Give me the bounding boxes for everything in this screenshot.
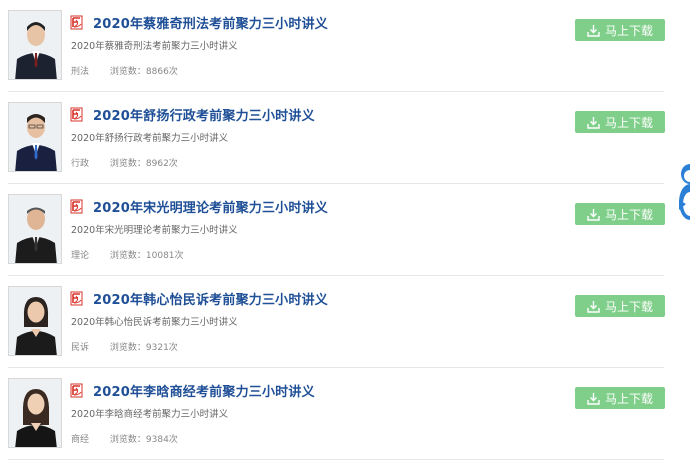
category-label: 理论	[71, 251, 90, 261]
category-label: 刑法	[71, 67, 90, 77]
views-label: 浏览数：	[109, 343, 146, 353]
list-item: 2020年李晗商经考前聚力三小时讲义 2020年李晗商经考前聚力三小时讲义 商经…	[8, 368, 665, 460]
download-button[interactable]: 马上下载	[575, 295, 665, 317]
list-item: 2020年蔡雅奇刑法考前聚力三小时讲义 2020年蔡雅奇刑法考前聚力三小时讲义 …	[8, 0, 665, 92]
download-icon	[587, 300, 600, 313]
views-count: 8962次	[145, 159, 178, 169]
avatar[interactable]	[8, 378, 62, 448]
download-label: 马上下载	[604, 207, 653, 222]
handout-description: 2020年蔡雅奇刑法考前聚力三小时讲义	[71, 41, 238, 52]
handout-meta: 行政 浏览数：8962次	[71, 156, 178, 169]
handout-title[interactable]: 2020年蔡雅奇刑法考前聚力三小时讲义	[93, 13, 328, 32]
download-button[interactable]: 马上下载	[575, 111, 665, 133]
download-label: 马上下载	[604, 23, 653, 38]
download-button[interactable]: 马上下载	[575, 203, 665, 225]
views-label: 浏览数：	[109, 251, 146, 261]
pdf-icon	[70, 15, 84, 30]
avatar[interactable]	[8, 286, 62, 356]
views-count: 8866次	[145, 67, 178, 77]
download-button[interactable]: 马上下载	[575, 19, 665, 41]
pdf-icon	[70, 199, 84, 214]
handout-title[interactable]: 2020年李晗商经考前聚力三小时讲义	[93, 381, 315, 400]
handout-meta: 理论 浏览数：10081次	[71, 248, 184, 261]
avatar[interactable]	[8, 194, 62, 264]
handout-meta: 民诉 浏览数：9321次	[71, 340, 178, 353]
list-item: 2020年韩心怡民诉考前聚力三小时讲义 2020年韩心怡民诉考前聚力三小时讲义 …	[8, 276, 665, 368]
download-label: 马上下载	[604, 391, 653, 406]
download-icon	[587, 392, 600, 405]
handout-title[interactable]: 2020年舒扬行政考前聚力三小时讲义	[93, 105, 315, 124]
download-button[interactable]: 马上下载	[575, 387, 665, 409]
handout-description: 2020年韩心怡民诉考前聚力三小时讲义	[71, 317, 238, 328]
views-label: 浏览数：	[109, 67, 146, 77]
category-label: 商经	[71, 435, 90, 445]
avatar[interactable]	[8, 10, 62, 80]
list-item: 2020年舒扬行政考前聚力三小时讲义 2020年舒扬行政考前聚力三小时讲义 行政…	[8, 92, 665, 184]
handout-description: 2020年舒扬行政考前聚力三小时讲义	[71, 133, 229, 144]
views-count: 9384次	[145, 435, 178, 445]
mascot-icon[interactable]	[676, 160, 690, 228]
pdf-icon	[70, 291, 84, 306]
download-icon	[587, 24, 600, 37]
views-count: 9321次	[145, 343, 178, 353]
category-label: 行政	[71, 159, 90, 169]
pdf-icon	[70, 107, 84, 122]
pdf-icon	[70, 383, 84, 398]
download-icon	[587, 208, 600, 221]
download-label: 马上下载	[604, 299, 653, 314]
category-label: 民诉	[71, 343, 90, 353]
handout-meta: 商经 浏览数：9384次	[71, 432, 178, 445]
handout-description: 2020年李晗商经考前聚力三小时讲义	[71, 409, 229, 420]
views-count: 10081次	[145, 251, 184, 261]
download-icon	[587, 116, 600, 129]
handout-meta: 刑法 浏览数：8866次	[71, 64, 178, 77]
handout-title[interactable]: 2020年宋光明理论考前聚力三小时讲义	[93, 197, 328, 216]
views-label: 浏览数：	[109, 159, 146, 169]
avatar[interactable]	[8, 102, 62, 172]
handout-title[interactable]: 2020年韩心怡民诉考前聚力三小时讲义	[93, 289, 328, 308]
list-item: 2020年宋光明理论考前聚力三小时讲义 2020年宋光明理论考前聚力三小时讲义 …	[8, 184, 665, 276]
views-label: 浏览数：	[109, 435, 146, 445]
handout-description: 2020年宋光明理论考前聚力三小时讲义	[71, 225, 238, 236]
download-label: 马上下载	[604, 115, 653, 130]
